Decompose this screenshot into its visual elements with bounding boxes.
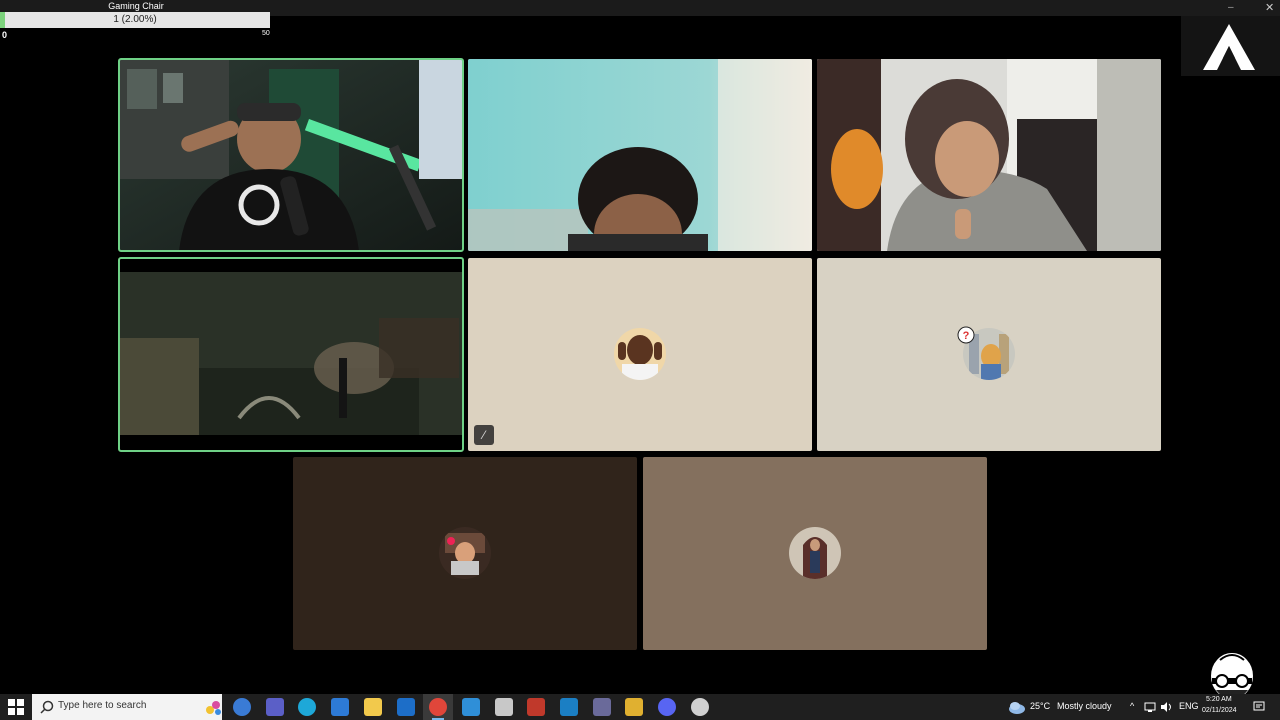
goal-max-label: 50 bbox=[262, 30, 270, 37]
participant-video-p3 bbox=[817, 59, 1161, 251]
participant-tile-p7[interactable] bbox=[293, 457, 637, 650]
windows-start-icon[interactable] bbox=[8, 699, 24, 715]
clock-time[interactable]: 5:20 AM bbox=[1206, 696, 1232, 703]
taskbar: Type here to search 25°C Mostly cloudy ^… bbox=[0, 694, 1280, 720]
taskbar-winamp-icon[interactable] bbox=[625, 698, 643, 716]
taskbar-chrome-icon[interactable] bbox=[429, 698, 447, 716]
search-icon bbox=[40, 700, 54, 714]
goal-progress-bar: 1 (2.00%) bbox=[0, 12, 270, 28]
search-highlight-icon bbox=[206, 701, 221, 715]
taskbar-news-icon[interactable] bbox=[527, 698, 545, 716]
participant-video-p1 bbox=[119, 59, 463, 251]
a-logo-icon bbox=[1203, 24, 1255, 70]
taskbar-teams-icon[interactable] bbox=[266, 698, 284, 716]
question-badge-icon: ? bbox=[957, 326, 975, 344]
participant-avatar-p7 bbox=[439, 527, 491, 579]
taskbar-edge-icon[interactable] bbox=[298, 698, 316, 716]
taskbar-steam-icon[interactable] bbox=[560, 698, 578, 716]
participant-tile-p5[interactable]: ⁄ bbox=[468, 258, 812, 451]
participant-tile-p2[interactable] bbox=[468, 59, 812, 251]
participant-avatar-p8 bbox=[789, 527, 841, 579]
taskbar-obs-icon[interactable] bbox=[691, 698, 709, 716]
participant-avatar-p5 bbox=[614, 328, 666, 380]
taskbar-game-icon[interactable] bbox=[495, 698, 513, 716]
taskbar-file-explorer-icon[interactable] bbox=[364, 698, 382, 716]
weather-temperature[interactable]: 25°C bbox=[1030, 701, 1050, 711]
goal-min-label: 0 bbox=[2, 30, 8, 40]
svg-text:?: ? bbox=[963, 330, 970, 342]
language-indicator[interactable]: ENG bbox=[1179, 701, 1199, 711]
weather-description[interactable]: Mostly cloudy bbox=[1057, 701, 1112, 711]
participant-tile-p6[interactable]: ? bbox=[817, 258, 1161, 451]
network-icon[interactable] bbox=[1144, 701, 1156, 713]
goal-title: Gaming Chair bbox=[108, 1, 164, 11]
participant-tile-p1[interactable] bbox=[118, 58, 464, 252]
mic-off-icon: ⁄ bbox=[474, 425, 494, 445]
clock-date[interactable]: 02/11/2024 bbox=[1202, 707, 1237, 714]
taskbar-copilot-icon[interactable] bbox=[233, 698, 251, 716]
taskbar-capture-icon[interactable] bbox=[593, 698, 611, 716]
channel-logo bbox=[1181, 16, 1280, 76]
weather-cloudy-icon[interactable] bbox=[1008, 700, 1026, 714]
taskbar-store-icon[interactable] bbox=[331, 698, 349, 716]
notification-icon[interactable] bbox=[1253, 701, 1265, 713]
participant-video-p4 bbox=[119, 258, 463, 451]
stream-stage: – ✕ Gaming Chair 1 (2.00%) 0 50 ⁄ ? Type… bbox=[0, 0, 1280, 720]
participant-tile-p4[interactable] bbox=[118, 257, 464, 452]
volume-icon[interactable] bbox=[1160, 701, 1172, 713]
tray-chevron-icon[interactable]: ^ bbox=[1130, 701, 1134, 711]
goal-progress-text: 1 (2.00%) bbox=[113, 14, 157, 25]
taskbar-outlook-icon[interactable] bbox=[397, 698, 415, 716]
participant-video-p2 bbox=[468, 59, 812, 251]
minimize-button[interactable]: – bbox=[1228, 3, 1238, 13]
close-button[interactable]: ✕ bbox=[1265, 2, 1277, 14]
goal-widget: Gaming Chair 1 (2.00%) 0 50 bbox=[0, 0, 272, 40]
participant-tile-p3[interactable] bbox=[817, 59, 1161, 251]
taskbar-notes-icon[interactable] bbox=[462, 698, 480, 716]
taskbar-discord-icon[interactable] bbox=[658, 698, 676, 716]
participant-tile-p8[interactable] bbox=[643, 457, 987, 650]
taskbar-search[interactable]: Type here to search bbox=[32, 694, 222, 720]
search-input[interactable]: Type here to search bbox=[58, 700, 146, 711]
